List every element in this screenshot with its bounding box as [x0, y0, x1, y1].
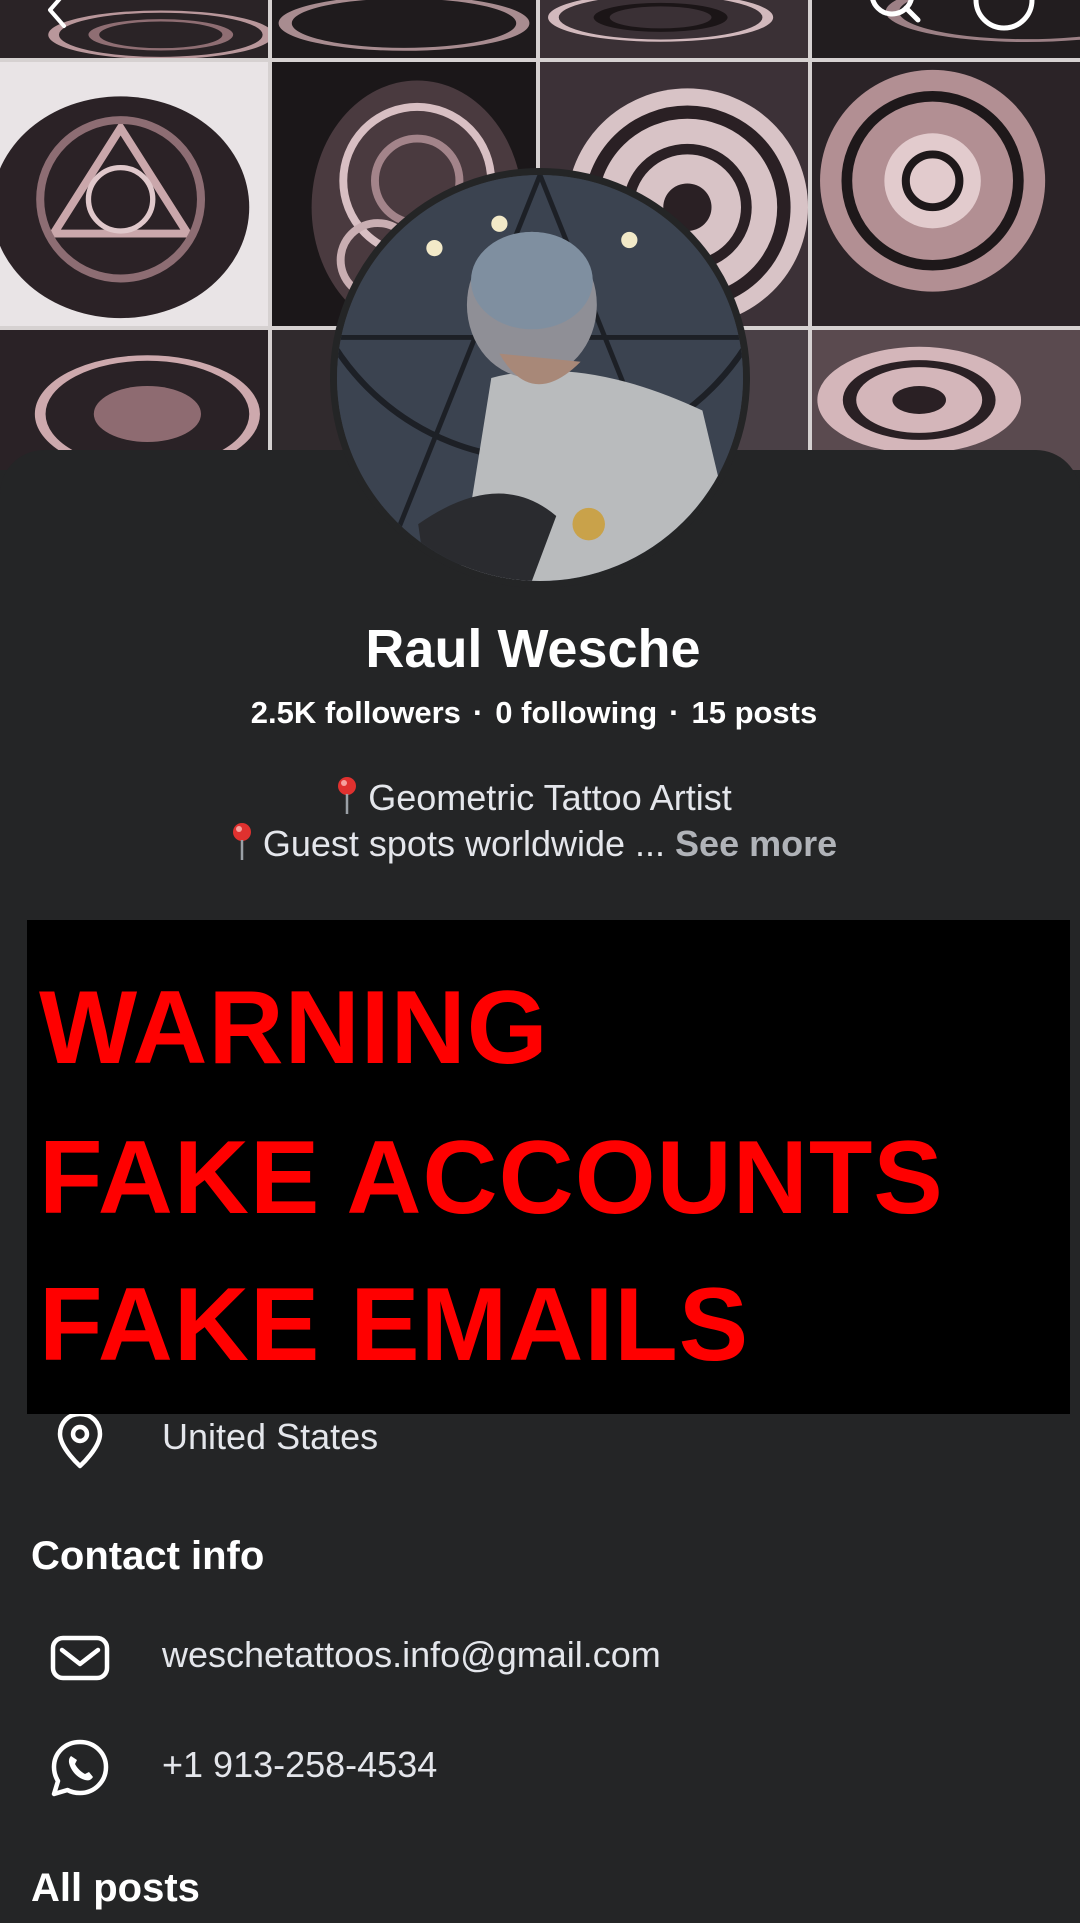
email-row[interactable]: weschetattoos.info@gmail.com	[0, 1618, 1080, 1698]
round-pushpin-emoji	[338, 777, 357, 814]
cover-tile	[0, 62, 268, 326]
location-pin-icon	[57, 1411, 103, 1469]
following-count[interactable]: 0 following	[495, 695, 657, 730]
profile-name: Raul Wesche	[365, 619, 701, 679]
phone-text[interactable]: +1 913-258-4534	[162, 1744, 437, 1786]
more-options-icon[interactable]	[972, 0, 1036, 36]
posts-count[interactable]: 15 posts	[691, 695, 817, 730]
contact-info-title: Contact info	[31, 1534, 265, 1578]
whatsapp-icon	[51, 1739, 109, 1797]
envelope-icon	[50, 1635, 110, 1681]
see-more-link[interactable]: See more	[675, 823, 837, 864]
all-posts-title: All posts	[31, 1866, 200, 1910]
cover-tile	[0, 330, 268, 470]
email-text[interactable]: weschetattoos.info@gmail.com	[162, 1634, 661, 1676]
search-icon[interactable]	[862, 0, 922, 32]
warning-banner: WARNING FAKE ACCOUNTS FAKE EMAILS	[27, 920, 1070, 1414]
cover-tile	[272, 0, 536, 58]
warning-line-3: FAKE EMAILS	[39, 1267, 750, 1383]
followers-count[interactable]: 2.5K followers	[251, 695, 461, 730]
chevron-left-icon[interactable]	[36, 0, 76, 32]
bio-text-1: Geometric Tattoo Artist	[368, 777, 732, 818]
stats-separator: ·	[472, 695, 484, 730]
profile-stats: 2.5K followers · 0 following · 15 posts	[0, 695, 1068, 731]
bio-text-2: Guest spots worldwide ...	[262, 823, 666, 864]
cover-tile	[812, 0, 1080, 58]
cover-tile	[540, 0, 808, 58]
bio-line-2: Guest spots worldwide ... See more	[0, 822, 1066, 865]
cover-tile	[812, 62, 1080, 326]
cover-tile	[812, 330, 1080, 470]
profile-avatar[interactable]	[330, 168, 750, 588]
stats-separator: ·	[669, 695, 680, 730]
phone-row[interactable]: +1 913-258-4534	[0, 1728, 1080, 1808]
round-pushpin-emoji	[232, 823, 251, 860]
warning-line-1: WARNING	[39, 970, 549, 1086]
location-text: United States	[162, 1416, 379, 1457]
bio-line-1: Geometric Tattoo Artist	[0, 776, 1066, 819]
warning-line-2: FAKE ACCOUNTS	[39, 1120, 944, 1236]
